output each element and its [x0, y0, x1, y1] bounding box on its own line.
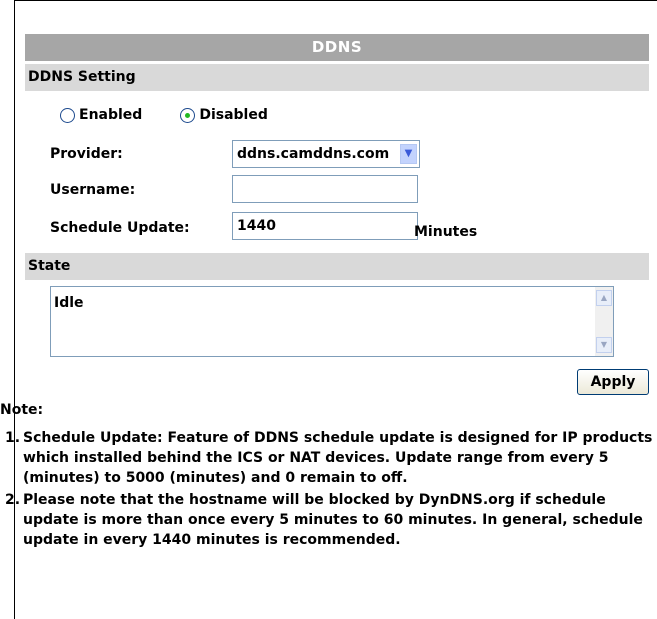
- note-text: Please note that the hostname will be bl…: [23, 492, 643, 548]
- note-item-2: 2. Please note that the hostname will be…: [5, 490, 653, 550]
- frame-border-top: [14, 0, 657, 10]
- ddns-mode-radio-group: Enabled Disabled: [60, 107, 268, 123]
- enabled-label[interactable]: Enabled: [79, 107, 142, 123]
- note-number: 2.: [5, 492, 21, 508]
- note-title: Note:: [0, 402, 44, 418]
- username-label: Username:: [50, 182, 136, 198]
- enabled-radio[interactable]: [60, 107, 75, 123]
- apply-button[interactable]: Apply: [577, 369, 649, 395]
- provider-select-value: ddns.camddns.com: [237, 146, 390, 162]
- note-list: 1. Schedule Update: Feature of DDNS sche…: [5, 428, 653, 550]
- note-text: Schedule Update: Feature of DDNS schedul…: [23, 430, 653, 486]
- scroll-down-icon[interactable]: ▼: [596, 337, 612, 353]
- note-number: 1.: [5, 430, 21, 446]
- state-scrollbar[interactable]: ▲ ▼: [595, 287, 613, 356]
- ddns-setting-header: DDNS Setting: [25, 64, 649, 91]
- schedule-update-label: Schedule Update:: [50, 220, 190, 236]
- disabled-radio[interactable]: [180, 107, 196, 123]
- page-title: DDNS: [25, 34, 649, 61]
- state-textarea[interactable]: Idle ▲ ▼: [50, 286, 614, 357]
- schedule-update-input[interactable]: 1440: [232, 212, 418, 240]
- state-value: Idle: [54, 295, 84, 311]
- note-item-1: 1. Schedule Update: Feature of DDNS sche…: [5, 428, 653, 488]
- username-input[interactable]: [232, 175, 418, 203]
- state-header: State: [25, 253, 649, 280]
- provider-select[interactable]: ddns.camddns.com ▼: [232, 140, 420, 168]
- schedule-unit-label: Minutes: [414, 224, 478, 240]
- scroll-up-icon[interactable]: ▲: [596, 290, 612, 306]
- disabled-label[interactable]: Disabled: [199, 107, 268, 123]
- provider-label: Provider:: [50, 146, 123, 162]
- chevron-down-icon[interactable]: ▼: [400, 144, 417, 164]
